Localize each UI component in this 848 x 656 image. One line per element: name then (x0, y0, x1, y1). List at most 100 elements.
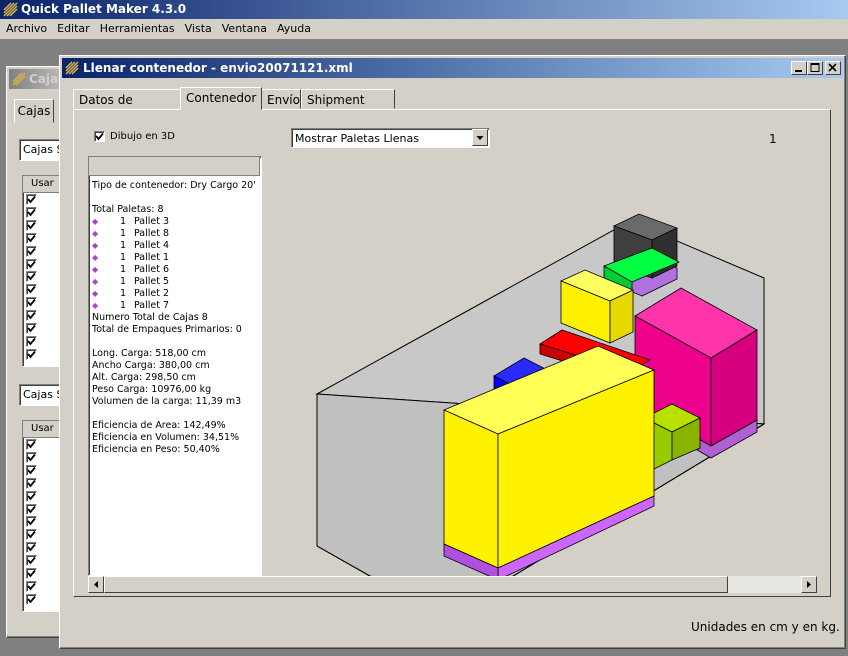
diamond-bullet-icon: ◆ (92, 241, 99, 250)
usar-checkbox[interactable] (26, 258, 37, 270)
usar-header-2-label: Usar (31, 423, 54, 434)
window-title: Llenar contenedor - envio20071121.xml (83, 61, 353, 75)
usar-checkbox[interactable] (26, 206, 37, 218)
window-title-bar: Llenar contenedor - envio20071121.xml (62, 58, 843, 78)
tab-datos-de-entrada[interactable]: Datos de Entrada (73, 89, 181, 127)
dibujo-3d-checkbox[interactable] (94, 131, 105, 142)
menu-vista[interactable]: Vista (180, 20, 217, 38)
info-panel[interactable]: Tipo de contenedor: Dry Cargo 20' Total … (88, 156, 262, 576)
pallet-list-item: ◆ 1 Pallet 6 (92, 264, 258, 276)
scroll-left-button[interactable] (88, 576, 104, 593)
info-eficiencia-volumen: Eficiencia en Volumen: 34,51% (92, 432, 240, 443)
pallet-qty: 1 (120, 216, 127, 227)
usar-checkbox[interactable] (26, 593, 37, 605)
dropdown-arrow-button[interactable] (472, 129, 488, 146)
menu-archivo[interactable]: Archivo (1, 20, 52, 38)
pallet-name: Pallet 1 (134, 252, 170, 263)
usar-checkbox[interactable] (26, 451, 37, 463)
info-long-carga: Long. Carga: 518,00 cm (92, 348, 207, 359)
cajas-logo-icon (12, 72, 26, 86)
pallet-list-item: ◆ 1 Pallet 8 (92, 228, 258, 240)
info-ancho-carga: Ancho Carga: 380,00 cm (92, 360, 210, 371)
usar-checkbox[interactable] (26, 542, 37, 554)
llenar-contenedor-window[interactable]: Llenar contenedor - envio20071121.xml Da… (59, 55, 846, 649)
tab-strip: Datos de Entrada Contenedor Envío Shipme… (73, 87, 833, 127)
info-total-primary: Total de Empaques Primarios: 0 (92, 324, 242, 335)
pallet-qty: 1 (120, 300, 127, 311)
usar-checkbox[interactable] (26, 529, 37, 541)
usar-checkbox[interactable] (26, 297, 37, 309)
info-eficiencia-area: Eficiencia de Area: 142,49% (92, 420, 226, 431)
cajas-combo-2-value: Cajas S (23, 388, 64, 401)
usar-checkbox[interactable] (26, 503, 37, 515)
usar-checkbox[interactable] (26, 516, 37, 528)
info-eficiencia-peso: Eficiencia en Peso: 50,40% (92, 444, 220, 455)
info-panel-content: Tipo de contenedor: Dry Cargo 20' Total … (92, 180, 258, 456)
usar-checkbox[interactable] (26, 335, 37, 347)
pallet-name: Pallet 7 (134, 300, 170, 311)
menu-ventana[interactable]: Ventana (217, 20, 272, 38)
usar-checkbox[interactable] (26, 348, 37, 360)
arrow-right-icon (807, 581, 811, 588)
pallet-qty: 1 (120, 288, 127, 299)
pallet-name: Pallet 8 (134, 228, 170, 239)
mostrar-dropdown[interactable]: Mostrar Paletas Llenas (291, 128, 490, 148)
pallet-qty: 1 (120, 240, 127, 251)
pallet-name: Pallet 4 (134, 240, 170, 251)
usar-checkbox[interactable] (26, 477, 37, 489)
scroll-thumb[interactable] (104, 576, 728, 593)
tab-shipment-data[interactable]: Shipment Data (301, 89, 395, 127)
usar-checkbox[interactable] (26, 219, 37, 231)
diamond-bullet-icon: ◆ (92, 289, 99, 298)
usar-header-1-label: Usar (31, 178, 54, 189)
pallet-qty: 1 (120, 228, 127, 239)
menu-herramientas[interactable]: Herramientas (95, 20, 180, 38)
diamond-bullet-icon: ◆ (92, 265, 99, 274)
usar-checkbox[interactable] (26, 232, 37, 244)
window-logo-icon (65, 61, 79, 75)
usar-checkbox[interactable] (26, 580, 37, 592)
diamond-bullet-icon: ◆ (92, 217, 99, 226)
units-note: Unidades en cm y en kg. (691, 620, 840, 634)
tab-envio[interactable]: Envío (261, 89, 301, 109)
container-3d-view[interactable] (274, 156, 824, 576)
info-total-boxes: Numero Total de Cajas 8 (92, 312, 208, 323)
chevron-down-icon (476, 136, 484, 140)
diamond-bullet-icon: ◆ (92, 301, 99, 310)
diamond-bullet-icon: ◆ (92, 253, 99, 262)
cajas-tab[interactable]: Cajas (14, 99, 54, 123)
pallet-name: Pallet 5 (134, 276, 170, 287)
maximize-button[interactable] (807, 61, 823, 75)
usar-checkbox[interactable] (26, 555, 37, 567)
pallet-list-item: ◆ 1 Pallet 2 (92, 288, 258, 300)
usar-checkbox[interactable] (26, 245, 37, 257)
usar-checkbox[interactable] (26, 568, 37, 579)
scroll-right-button[interactable] (801, 576, 817, 593)
usar-checkbox[interactable] (26, 323, 37, 334)
tab-contenedor[interactable]: Contenedor (180, 87, 262, 110)
usar-checkbox[interactable] (26, 194, 37, 205)
menu-ayuda[interactable]: Ayuda (272, 20, 316, 38)
checkmark-icon (95, 132, 104, 141)
pallet-name: Pallet 3 (134, 216, 170, 227)
app-logo-icon (3, 2, 18, 17)
info-panel-header (89, 157, 260, 176)
usar-checkbox[interactable] (26, 439, 37, 450)
minimize-button[interactable] (791, 61, 807, 75)
menu-editar[interactable]: Editar (52, 20, 95, 38)
horizontal-scrollbar[interactable] (88, 576, 817, 593)
usar-checkbox[interactable] (26, 464, 37, 476)
close-button[interactable] (825, 61, 841, 75)
pallet-list-item: ◆ 1 Pallet 4 (92, 240, 258, 252)
usar-checkbox[interactable] (26, 310, 37, 322)
contenedor-panel: Dibujo en 3D Mostrar Paletas Llenas 1 Ti… (73, 109, 831, 597)
pallet-list-item: ◆ 1 Pallet 5 (92, 276, 258, 288)
arrow-left-icon (94, 581, 98, 588)
page-number: 1 (769, 132, 777, 146)
pallet-name: Pallet 6 (134, 264, 170, 275)
usar-checkbox[interactable] (26, 284, 37, 296)
usar-checkbox[interactable] (26, 271, 37, 283)
usar-checkbox[interactable] (26, 490, 37, 502)
info-volumen-carga: Volumen de la carga: 11,39 m3 (92, 396, 242, 407)
diamond-bullet-icon: ◆ (92, 277, 99, 286)
